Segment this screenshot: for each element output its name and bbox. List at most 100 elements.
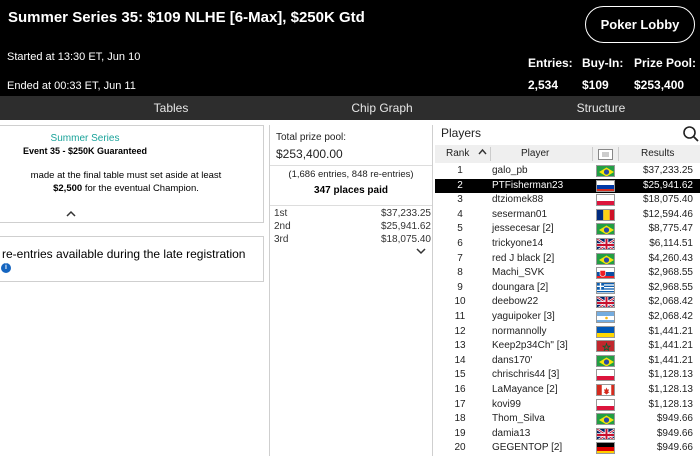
player-name: chrischris44 [3]: [492, 369, 560, 381]
player-row[interactable]: 20 GEGENTOP [2] $949.66: [435, 441, 700, 455]
player-result: $2,968.55: [648, 267, 694, 279]
country-flag-icon: [596, 179, 615, 192]
prize-place: 2nd: [274, 221, 291, 232]
player-row[interactable]: 14 dans170' $1,441.21: [435, 354, 700, 368]
country-flag-icon: [596, 208, 615, 221]
entries-label: Entries:: [528, 56, 573, 70]
event-description: made at the final table must set aside a…: [6, 169, 246, 195]
players-panel: Players Rank Player Results 1 galo_pb $37,…: [435, 125, 700, 456]
player-rank: 7: [457, 252, 463, 264]
player-row[interactable]: 19 damia13 $949.66: [435, 427, 700, 441]
player-result: $8,775.47: [648, 223, 694, 235]
chevron-up-icon[interactable]: [66, 210, 76, 221]
tournament-header: Summer Series 35: $109 NLHE [6-Max], $25…: [0, 0, 700, 96]
player-name: Machi_SVK: [492, 267, 545, 279]
prize-pool-value: $253,400: [634, 78, 685, 92]
total-prize-pool-label: Total prize pool:: [276, 132, 347, 143]
divider: [270, 165, 432, 166]
prize-row: 2nd $25,941.62: [274, 221, 431, 234]
player-name: LaMayance [2]: [492, 384, 558, 395]
rank-column-header[interactable]: Rank: [446, 145, 469, 163]
tournament-title: Summer Series 35: $109 NLHE [6-Max], $25…: [8, 9, 365, 26]
country-flag-icon: [596, 369, 615, 382]
column-divider: [490, 147, 491, 161]
country-flag-icon: [596, 398, 615, 411]
results-column-header[interactable]: Results: [641, 145, 674, 163]
player-rank: 3: [457, 194, 463, 206]
sort-asc-icon[interactable]: [478, 145, 487, 163]
event-info-panel: Summer Series Event 35 - $250K Guarantee…: [0, 125, 264, 223]
player-rank: 14: [454, 354, 466, 366]
player-rank: 15: [454, 369, 466, 381]
player-row[interactable]: 12 normannolly $1,441.21: [435, 325, 700, 339]
player-column-header[interactable]: Player: [521, 145, 549, 163]
player-result: $1,441.21: [648, 354, 694, 366]
prize-row: 1st $37,233.25: [274, 208, 431, 221]
player-row[interactable]: 8 Machi_SVK $2,968.55: [435, 266, 700, 280]
country-flag-icon: [596, 427, 615, 440]
player-result: $949.66: [656, 427, 693, 439]
prize-amount: $25,941.62: [380, 221, 431, 232]
player-name: dans170': [492, 354, 533, 366]
chevron-down-icon[interactable]: [416, 247, 426, 258]
prize-amount: $18,075.40: [380, 234, 431, 245]
player-row[interactable]: 1 galo_pb $37,233.25: [435, 164, 700, 178]
player-row[interactable]: 16 LaMayance [2] $1,128.13: [435, 383, 700, 397]
start-time: Started at 13:30 ET, Jun 10: [7, 51, 141, 63]
player-rank: 17: [454, 398, 466, 410]
prize-row: 3rd $18,075.40: [274, 234, 431, 247]
country-flag-icon: [596, 296, 615, 309]
player-result: $1,441.21: [648, 325, 694, 337]
player-row[interactable]: 4 seserman01 $12,594.46: [435, 208, 700, 222]
player-row[interactable]: 2 PTFisherman23 $25,941.62: [435, 178, 700, 193]
country-flag-icon: [596, 384, 615, 396]
player-name: red J black [2]: [492, 252, 555, 264]
info-icon: i: [1, 263, 11, 273]
country-flag-icon: [596, 354, 615, 367]
player-rank: 13: [454, 340, 466, 352]
player-rank: 16: [454, 384, 466, 395]
entries-breakdown: (1,686 entries, 848 re-entries): [288, 169, 414, 180]
series-name: Summer Series: [50, 133, 120, 144]
player-row[interactable]: 13 Keep2p34Ch" [3] $1,441.21: [435, 339, 700, 353]
search-icon[interactable]: [682, 125, 700, 143]
buyin-value: $109: [582, 78, 609, 92]
player-name: normannolly: [492, 325, 547, 337]
player-result: $2,068.42: [648, 311, 694, 322]
prize-amount: $37,233.25: [380, 208, 431, 219]
country-flag-icon: [596, 267, 615, 280]
player-row[interactable]: 5 jessecesar [2] $8,775.47: [435, 222, 700, 236]
player-row[interactable]: 7 red J black [2] $4,260.43: [435, 252, 700, 266]
player-row[interactable]: 15 chrischris44 [3] $1,128.13: [435, 368, 700, 382]
tab-chip-graph[interactable]: Chip Graph: [272, 96, 492, 120]
column-divider: [618, 147, 619, 161]
player-row[interactable]: 9 doungara [2] $2,968.55: [435, 281, 700, 295]
player-row[interactable]: 18 Thom_Silva $949.66: [435, 412, 700, 426]
prize-place: 3rd: [274, 234, 289, 245]
player-result: $1,441.21: [648, 340, 694, 352]
player-row[interactable]: 10 deebow22 $2,068.42: [435, 295, 700, 309]
player-row[interactable]: 17 kovi99 $1,128.13: [435, 398, 700, 412]
player-row[interactable]: 3 dtziomek88 $18,075.40: [435, 193, 700, 207]
player-result: $37,233.25: [642, 165, 693, 176]
player-result: $1,128.13: [648, 398, 694, 410]
buyin-label: Buy-In:: [582, 56, 624, 70]
tab-structure[interactable]: Structure: [530, 96, 672, 120]
poker-lobby-button[interactable]: Poker Lobby: [585, 6, 695, 43]
player-name: kovi99: [492, 398, 521, 410]
country-flag-icon: [596, 413, 615, 426]
player-rank: 9: [457, 281, 463, 293]
event-name: Event 35 - $250K Guaranteed: [22, 146, 148, 156]
players-title: Players: [441, 126, 482, 140]
player-name: dtziomek88: [492, 194, 544, 206]
player-name: yaguipoker [3]: [492, 311, 555, 322]
player-row[interactable]: 11 yaguipoker [3] $2,068.42: [435, 310, 700, 324]
player-result: $949.66: [656, 413, 693, 425]
prize-pool-label: Prize Pool:: [634, 56, 697, 70]
player-name: seserman01: [492, 208, 548, 220]
player-rank: 20: [454, 442, 466, 454]
player-name: PTFisherman23: [492, 179, 564, 191]
player-row[interactable]: 6 trickyone14 $6,114.51: [435, 237, 700, 251]
player-result: $2,968.55: [648, 281, 694, 293]
player-result: $1,128.13: [648, 384, 694, 395]
